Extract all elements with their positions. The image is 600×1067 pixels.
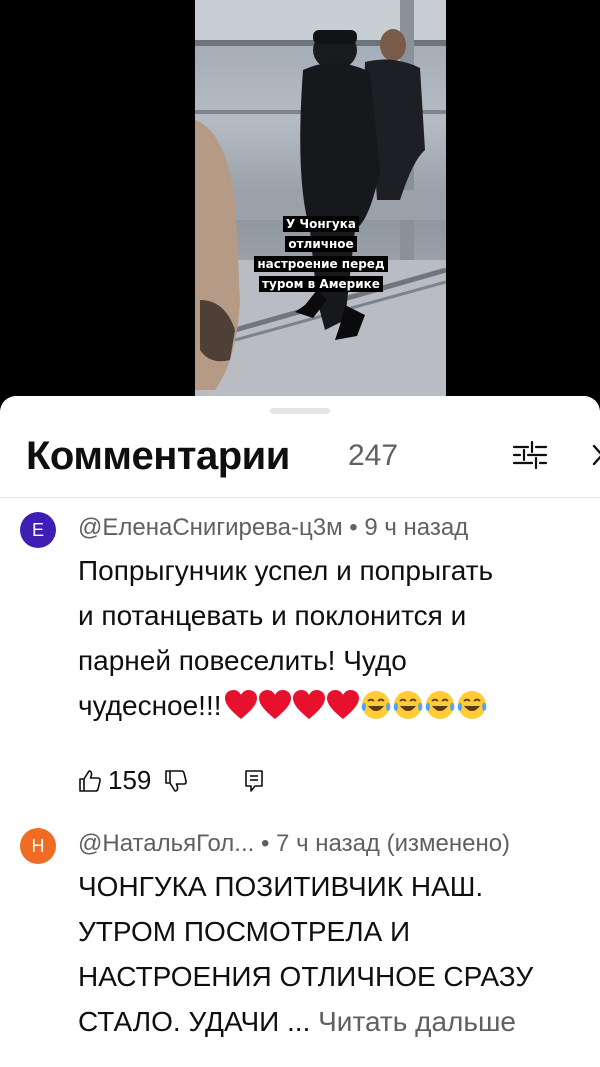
avatar[interactable]: Н (20, 828, 56, 864)
heart-icon (326, 690, 359, 720)
comment-line-last: чудесное!!! (78, 683, 588, 730)
comment-item: Е @ЕленаСнигирева-ц3м • 9 ч назад Попрыг… (0, 508, 600, 808)
comment-line: и потанцевать и поклонится и (78, 600, 467, 631)
close-icon (592, 444, 600, 466)
heart-icon (224, 690, 257, 720)
thumbs-down-icon (165, 770, 187, 792)
comment-line: НАСТРОЕНИЯ ОТЛИЧНОЕ СРАЗУ (78, 961, 534, 992)
avatar[interactable]: Е (20, 512, 56, 548)
heart-icon (292, 690, 325, 720)
comment-line-last: СТАЛО. УДАЧИ ... Читать дальше (78, 999, 588, 1044)
comment-author[interactable]: @НатальяГол... (78, 830, 254, 857)
comment-item: Н @НатальяГол... • 7 ч назад (изменено) … (0, 828, 600, 1067)
comments-sheet: Комментарии 247 Е @ЕленаСнигирева-ц3м • … (0, 396, 600, 1067)
drag-handle[interactable] (270, 408, 330, 414)
header-divider (0, 497, 600, 498)
like-button[interactable] (78, 769, 102, 793)
sort-filter-button[interactable] (510, 438, 550, 472)
comment-text: Попрыгунчик успел и попрыгать и потанцев… (78, 548, 588, 730)
comment-time: • 7 ч назад (изменено) (260, 830, 511, 857)
tears-of-joy-icon (457, 691, 486, 720)
like-count: 159 (108, 765, 152, 795)
video-still (195, 0, 446, 400)
close-button[interactable] (588, 438, 600, 472)
comment-line: чудесное!!! (78, 690, 222, 721)
video-player[interactable]: У Чонгука отличное настроение перед туро… (0, 0, 600, 410)
comments-header: Комментарии 247 (0, 426, 600, 490)
comment-line: ЧОНГУКА ПОЗИТИВЧИК НАШ. (78, 871, 484, 902)
comments-title: Комментарии (26, 434, 290, 478)
comment-meta: @ЕленаСнигирева-ц3м • 9 ч назад (78, 514, 468, 542)
comments-count: 247 (348, 439, 399, 472)
dislike-button[interactable] (164, 769, 188, 793)
comment-line: парней повеселить! Чудо (78, 645, 407, 676)
comment-time: • 9 ч назад (349, 514, 469, 541)
tears-of-joy-icon (425, 691, 454, 720)
video-caption-text: У Чонгука отличное настроение перед туро… (254, 216, 388, 292)
comment-meta: @НатальяГол... • 7 ч назад (изменено) (78, 830, 510, 858)
sliders-icon (512, 440, 548, 470)
comment-line: Попрыгунчик успел и попрыгать (78, 555, 494, 586)
thumbs-up-icon (79, 770, 101, 792)
comment-text: ЧОНГУКА ПОЗИТИВЧИК НАШ. УТРОМ ПОСМОТРЕЛА… (78, 864, 588, 1044)
tears-of-joy-icon (361, 691, 390, 720)
tears-of-joy-icon (393, 691, 422, 720)
video-frame[interactable]: У Чонгука отличное настроение перед туро… (195, 0, 446, 400)
comment-line: СТАЛО. УДАЧИ ... (78, 1006, 311, 1037)
heart-icon (258, 690, 291, 720)
reply-icon (245, 770, 263, 792)
comment-author[interactable]: @ЕленаСнигирева-ц3м (78, 514, 343, 541)
emoji-row (224, 685, 488, 730)
reply-button[interactable] (242, 769, 266, 793)
video-caption: У Чонгука отличное настроение перед туро… (253, 214, 389, 294)
read-more-link[interactable]: Читать дальше (318, 1006, 516, 1037)
comment-line: УТРОМ ПОСМОТРЕЛА И (78, 916, 411, 947)
